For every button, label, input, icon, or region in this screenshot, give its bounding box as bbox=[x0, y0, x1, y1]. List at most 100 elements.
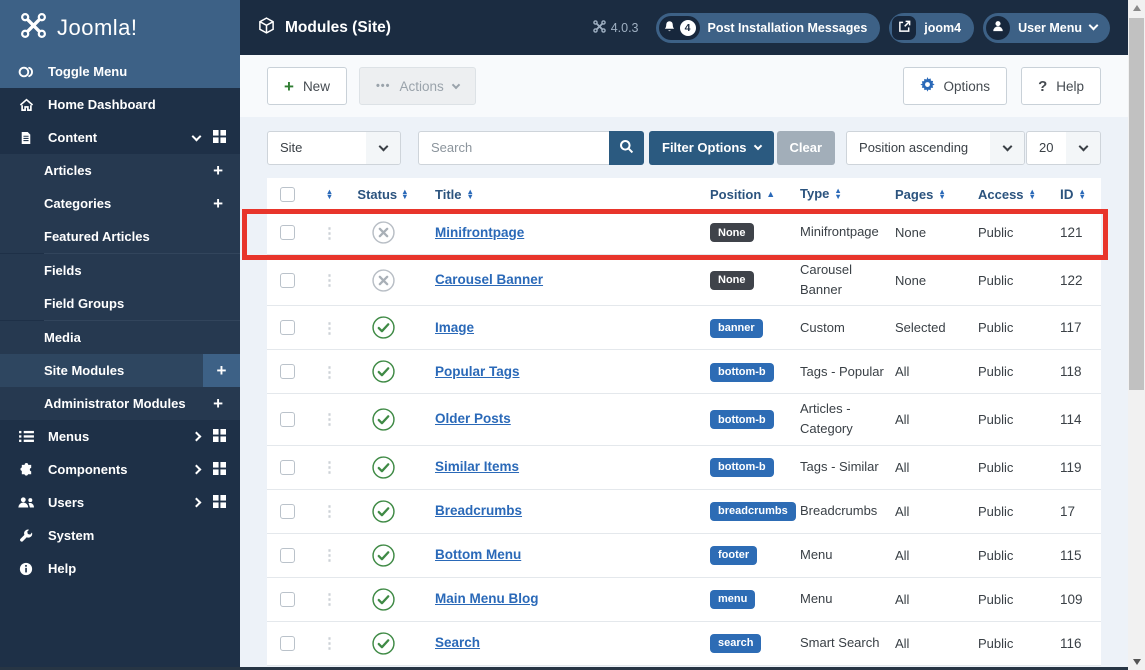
drag-handle-icon[interactable]: ⋮ bbox=[322, 224, 337, 242]
module-title-link[interactable]: Similar Items bbox=[435, 459, 519, 474]
drag-handle-icon[interactable]: ⋮ bbox=[322, 634, 337, 652]
drag-handle-icon[interactable]: ⋮ bbox=[322, 319, 337, 337]
sidebar-item-categories[interactable]: Categories + bbox=[0, 187, 240, 220]
add-category-button[interactable]: + bbox=[213, 195, 226, 212]
column-header-access[interactable]: Access ▲ ▼ bbox=[978, 187, 1060, 202]
module-pages: All bbox=[895, 503, 910, 519]
row-checkbox[interactable] bbox=[279, 272, 295, 288]
dashboard-grid-icon[interactable] bbox=[213, 461, 226, 478]
search-input[interactable] bbox=[418, 130, 609, 165]
sidebar-item-featured-articles[interactable]: Featured Articles bbox=[0, 220, 240, 253]
sidebar-item-menus[interactable]: Menus bbox=[0, 420, 240, 453]
row-checkbox[interactable] bbox=[279, 225, 295, 240]
status-icon[interactable] bbox=[371, 587, 395, 611]
status-icon[interactable] bbox=[371, 499, 395, 523]
row-checkbox[interactable] bbox=[279, 411, 295, 427]
module-access: Public bbox=[978, 411, 1014, 427]
scrollbar-thumb[interactable] bbox=[1129, 18, 1144, 390]
drag-handle-icon[interactable]: ⋮ bbox=[322, 458, 337, 476]
sidebar-item-field-groups[interactable]: Field Groups bbox=[0, 287, 240, 320]
sidebar-item-fields[interactable]: Fields bbox=[0, 254, 240, 287]
options-button[interactable]: Options bbox=[902, 67, 1008, 105]
page-title: Modules (Site) bbox=[258, 16, 391, 39]
drag-handle-icon[interactable]: ⋮ bbox=[322, 590, 337, 608]
dashboard-grid-icon[interactable] bbox=[213, 129, 226, 146]
filter-options-button[interactable]: Filter Options bbox=[649, 130, 774, 165]
client-select[interactable]: Site bbox=[267, 130, 401, 165]
sidebar-item-administrator-modules[interactable]: Administrator Modules + bbox=[0, 387, 240, 420]
actions-button[interactable]: ••• Actions bbox=[358, 67, 476, 105]
scroll-up-arrow[interactable] bbox=[1128, 0, 1145, 16]
module-title-link[interactable]: Older Posts bbox=[435, 411, 511, 426]
status-icon[interactable] bbox=[371, 221, 395, 244]
scroll-down-arrow[interactable] bbox=[1128, 654, 1145, 670]
column-header-id[interactable]: ID ▲ ▼ bbox=[1060, 187, 1101, 202]
drag-handle-icon[interactable]: ⋮ bbox=[322, 502, 337, 520]
module-title-link[interactable]: Main Menu Blog bbox=[435, 591, 539, 606]
column-header-pages[interactable]: Pages ▲ ▼ bbox=[895, 187, 978, 202]
module-title-link[interactable]: Minifrontpage bbox=[435, 225, 524, 240]
status-icon[interactable] bbox=[371, 360, 395, 383]
column-header-position[interactable]: Position ▲ bbox=[710, 187, 800, 202]
module-title-link[interactable]: Image bbox=[435, 320, 474, 335]
column-header-status[interactable]: Status ▲ ▼ bbox=[352, 187, 414, 202]
search-group bbox=[418, 130, 644, 165]
sidebar-item-home-dashboard[interactable]: Home Dashboard bbox=[0, 88, 240, 121]
add-site-module-button[interactable]: + bbox=[203, 354, 240, 387]
module-title-link[interactable]: Popular Tags bbox=[435, 364, 520, 379]
sidebar-item-articles[interactable]: Articles + bbox=[0, 154, 240, 187]
joomla-logo-area[interactable]: Joomla! bbox=[0, 0, 240, 55]
dashboard-grid-icon[interactable] bbox=[213, 494, 226, 511]
sidebar-item-users[interactable]: Users bbox=[0, 486, 240, 519]
sidebar-item-media[interactable]: Media bbox=[0, 321, 240, 354]
module-title-link[interactable]: Bottom Menu bbox=[435, 547, 521, 562]
status-icon[interactable] bbox=[371, 268, 395, 292]
search-button[interactable] bbox=[609, 130, 644, 165]
preview-site-button[interactable]: joom4 bbox=[889, 12, 975, 43]
drag-handle-icon[interactable]: ⋮ bbox=[322, 363, 337, 381]
sidebar-item-label: Users bbox=[48, 495, 85, 510]
sidebar-item-toggle-menu[interactable]: Toggle Menu bbox=[0, 55, 240, 88]
joomla-mini-icon bbox=[592, 19, 606, 36]
sort-icon: ▲ ▼ bbox=[401, 186, 409, 201]
list-limit-select[interactable]: 20 bbox=[1026, 130, 1101, 165]
new-button[interactable]: + New bbox=[267, 67, 347, 105]
row-checkbox[interactable] bbox=[279, 459, 295, 475]
sidebar-item-site-modules[interactable]: Site Modules + bbox=[0, 354, 240, 387]
clear-button[interactable]: Clear bbox=[776, 130, 836, 165]
sidebar-item-components[interactable]: Components bbox=[0, 453, 240, 486]
status-icon[interactable] bbox=[371, 543, 395, 567]
sort-order-value: Position ascending bbox=[859, 140, 969, 155]
drag-handle-icon[interactable]: ⋮ bbox=[322, 546, 337, 564]
drag-handle-icon[interactable]: ⋮ bbox=[322, 271, 337, 289]
row-checkbox[interactable] bbox=[279, 364, 295, 380]
status-icon[interactable] bbox=[371, 316, 395, 339]
row-checkbox[interactable] bbox=[279, 547, 295, 563]
add-articles-button[interactable]: + bbox=[213, 162, 226, 179]
select-all-checkbox[interactable] bbox=[279, 186, 295, 202]
post-installation-messages-button[interactable]: 4 Post Installation Messages bbox=[655, 12, 881, 43]
row-checkbox[interactable] bbox=[279, 635, 295, 651]
sidebar-item-help[interactable]: Help bbox=[0, 552, 240, 585]
status-icon[interactable] bbox=[371, 408, 395, 431]
sidebar-item-system[interactable]: System bbox=[0, 519, 240, 552]
row-checkbox[interactable] bbox=[279, 591, 295, 607]
sort-order-select[interactable]: Position ascending bbox=[846, 130, 1026, 165]
add-admin-module-button[interactable]: + bbox=[213, 395, 226, 412]
module-title-link[interactable]: Search bbox=[435, 635, 480, 650]
status-icon[interactable] bbox=[371, 455, 395, 479]
module-title-link[interactable]: Carousel Banner bbox=[435, 272, 543, 287]
help-button[interactable]: ? Help bbox=[1021, 67, 1101, 105]
user-menu-button[interactable]: User Menu bbox=[983, 12, 1110, 43]
row-checkbox[interactable] bbox=[279, 503, 295, 519]
column-header-type[interactable]: Type ▲ ▼ bbox=[800, 184, 895, 204]
status-icon[interactable] bbox=[371, 631, 395, 655]
column-header-ordering[interactable]: ▲ ▼ bbox=[307, 188, 352, 200]
dashboard-grid-icon[interactable] bbox=[213, 428, 226, 445]
module-title-link[interactable]: Breadcrumbs bbox=[435, 503, 522, 518]
sidebar-item-label: Field Groups bbox=[44, 296, 125, 311]
row-checkbox[interactable] bbox=[279, 320, 295, 336]
drag-handle-icon[interactable]: ⋮ bbox=[322, 410, 337, 428]
sidebar-item-content[interactable]: Content bbox=[0, 121, 240, 154]
column-header-title[interactable]: Title ▲ ▼ bbox=[414, 187, 710, 202]
